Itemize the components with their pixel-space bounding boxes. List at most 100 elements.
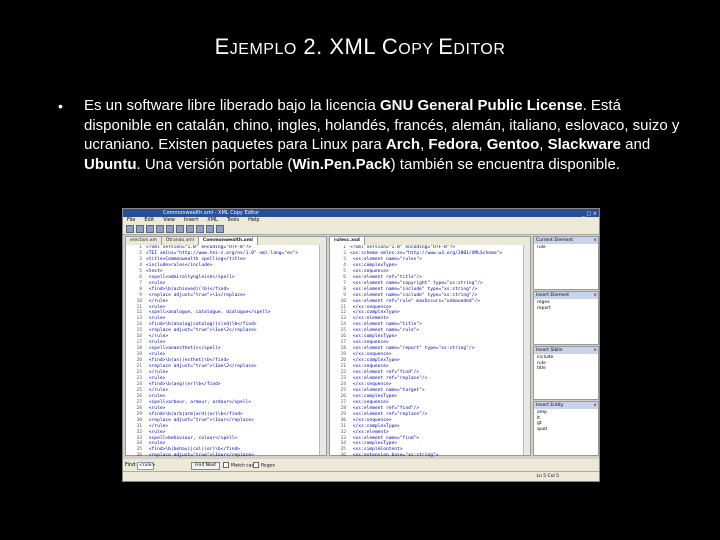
line-text: <find>\b(behavi|col)(or)\b</find>	[146, 447, 241, 453]
line-text: </rule>	[146, 298, 169, 304]
cut-icon[interactable]	[186, 225, 194, 233]
line-text: <find>\b(an)(esthet)\b</find>	[146, 358, 229, 364]
line-text: <replace adjust="true">\1our</replace>	[146, 417, 254, 423]
line-text: <text>	[146, 268, 163, 274]
line-text: </rule>	[146, 423, 169, 429]
close-icon[interactable]: ×	[593, 237, 597, 244]
line-text: <rule>	[146, 352, 166, 358]
line-text: </xs:sequence>	[350, 352, 392, 358]
left-editor-pane[interactable]: erection.xm Otrando.xml Commonwealth.xml 1…	[125, 236, 327, 459]
tab-rulesc-xsd[interactable]: rulesc.xsd	[330, 237, 365, 245]
menu-item-insert[interactable]: Insert	[184, 217, 198, 223]
line-text: <xs:complexType>	[350, 393, 398, 399]
line-text: <rule>	[146, 304, 166, 310]
side-panel-insert-element: Insert Element × regex report	[533, 291, 599, 345]
save-icon[interactable]	[146, 225, 154, 233]
close-icon[interactable]: ×	[593, 292, 597, 299]
line-text: </xs:complexType>	[350, 423, 400, 429]
undo-icon[interactable]	[166, 225, 174, 233]
slide-title: EJEMPLO 2. XML COPY EDITOR	[214, 34, 506, 59]
line-text: <xs:element ref="replace"/>	[350, 411, 428, 417]
line-text: <xs:element ref="rule" maxOccurs="unboun…	[350, 298, 480, 304]
menu-item-tools[interactable]: Tools	[227, 217, 239, 223]
panel-header: Insert Siblin ×	[534, 347, 598, 354]
menu-item-help[interactable]: Help	[248, 217, 259, 223]
line-text: <rule>	[146, 340, 166, 346]
line-text: <xs:complexType>	[350, 334, 398, 340]
tab-otrando-xml[interactable]: Otrando.xml	[162, 237, 199, 245]
line-text: <xs:sequence>	[350, 268, 389, 274]
tab-commonwealth-xml[interactable]: Commonwealth.xml	[198, 237, 258, 245]
right-code[interactable]: 1 <?xml version="1.0" encoding="UTF-8"?> 2…	[330, 245, 530, 459]
line-text: <find>\b(arb|arm|ard)(or)\b</find>	[146, 411, 243, 417]
menu-bar: File Edit View Insert XML Tools Help	[123, 217, 599, 224]
new-icon[interactable]	[126, 225, 134, 233]
line-text: <include>rules</include>	[146, 262, 213, 268]
right-scrollbar[interactable]	[523, 245, 530, 455]
close-icon[interactable]: ×	[593, 402, 597, 409]
line-text: <rule>	[146, 316, 166, 322]
line-text: <spell>arbour, armour, ardour</spell>	[146, 399, 252, 405]
line-text: </rule>	[146, 387, 169, 393]
match-case-checkbox[interactable]: Match case	[223, 462, 257, 470]
line-text: </xs:complexType>	[350, 310, 400, 316]
print-icon[interactable]	[156, 225, 164, 233]
panel-item[interactable]: rule	[537, 245, 595, 251]
line-text: <xs:complexType>	[350, 262, 398, 268]
line-text: </xs:sequence>	[350, 304, 392, 310]
line-text: <?xml version="1.0" encoding="UTF-8"?>	[146, 245, 252, 250]
line-text: </xs:complexType>	[350, 358, 400, 364]
find-next-button[interactable]: Find Next	[191, 462, 221, 470]
line-text: </rule>	[146, 334, 169, 340]
line-text: </xs:element>	[350, 429, 389, 435]
line-text: <replace adjust="true">\1ae\2</replace>	[146, 364, 257, 370]
menu-item-view[interactable]: View	[163, 217, 175, 223]
line-text: <rule>	[146, 429, 166, 435]
side-panel-current-element: Current Element × rule	[533, 236, 599, 290]
open-icon[interactable]	[136, 225, 144, 233]
redo-icon[interactable]	[176, 225, 184, 233]
panel-item[interactable]: report	[537, 306, 595, 312]
line-text: <xs:element ref="find"/>	[350, 405, 420, 411]
panel-title: Insert Element	[536, 293, 569, 298]
line-text: </xs:sequence>	[350, 417, 392, 423]
close-icon[interactable]: ×	[593, 347, 597, 354]
panel-header: Current Element ×	[534, 237, 598, 244]
right-editor-pane[interactable]: rulesc.xsd 1 <?xml version="1.0" encoding…	[329, 236, 531, 459]
paste-icon[interactable]	[206, 225, 214, 233]
line-text: <rule>	[146, 441, 166, 447]
find-label: Find:	[125, 462, 137, 468]
side-panel-insert-entity: Insert Entity × amp lt gt quot	[533, 401, 599, 456]
validate-icon[interactable]	[216, 225, 224, 233]
line-text: <xs:sequence>	[350, 364, 389, 370]
line-text: <xs:element name="include" type="xs:stri…	[350, 286, 478, 292]
line-text: <xs:element name="include" type="xs:stri…	[350, 292, 478, 298]
menu-item-xml[interactable]: XML	[207, 217, 218, 223]
line-text: <?xml version="1.0" encoding="UTF-8"?>	[350, 245, 456, 250]
line-text: <xs:element name="title">	[350, 322, 422, 328]
line-text: <TEI xmlns="http://www.tei-c.org/ns/1.0"…	[146, 250, 299, 256]
left-code[interactable]: 1 <?xml version="1.0" encoding="UTF-8"?> 2…	[126, 245, 326, 459]
status-bar: Ln 5 Col 5	[123, 471, 599, 481]
find-bar: Find: <rule> Find Next Match case Regex	[123, 459, 599, 471]
line-text: <replace adjust="true">\1</replace>	[146, 292, 246, 298]
line-text: <spell>analogue, catalogue, dialogue</sp…	[146, 310, 271, 316]
left-scrollbar[interactable]	[319, 245, 326, 455]
find-input[interactable]: <rule>	[137, 462, 155, 470]
copy-icon[interactable]	[196, 225, 204, 233]
line-text: <xs:simpleContent>	[350, 447, 403, 453]
panel-item[interactable]: quot	[537, 427, 595, 433]
panel-item[interactable]: title	[537, 366, 595, 372]
line-text: <xs:complexType>	[350, 441, 398, 447]
line-text: <spell>admiraltyngleish</spell>	[146, 274, 235, 280]
line-text: <xs:sequence>	[350, 340, 389, 346]
menu-item-edit[interactable]: Edit	[144, 217, 154, 223]
line-text: <rule>	[146, 405, 166, 411]
regex-checkbox[interactable]: Regex	[253, 462, 275, 470]
tab-erection-xm[interactable]: erection.xm	[126, 237, 162, 245]
menu-item-file[interactable]: File	[127, 217, 135, 223]
window-controls[interactable]: _ □ ×	[582, 210, 597, 218]
panel-title: Insert Siblin	[536, 348, 563, 353]
panel-title: Insert Entity	[536, 403, 564, 408]
line-text: <xs:element name="find">	[350, 435, 420, 441]
